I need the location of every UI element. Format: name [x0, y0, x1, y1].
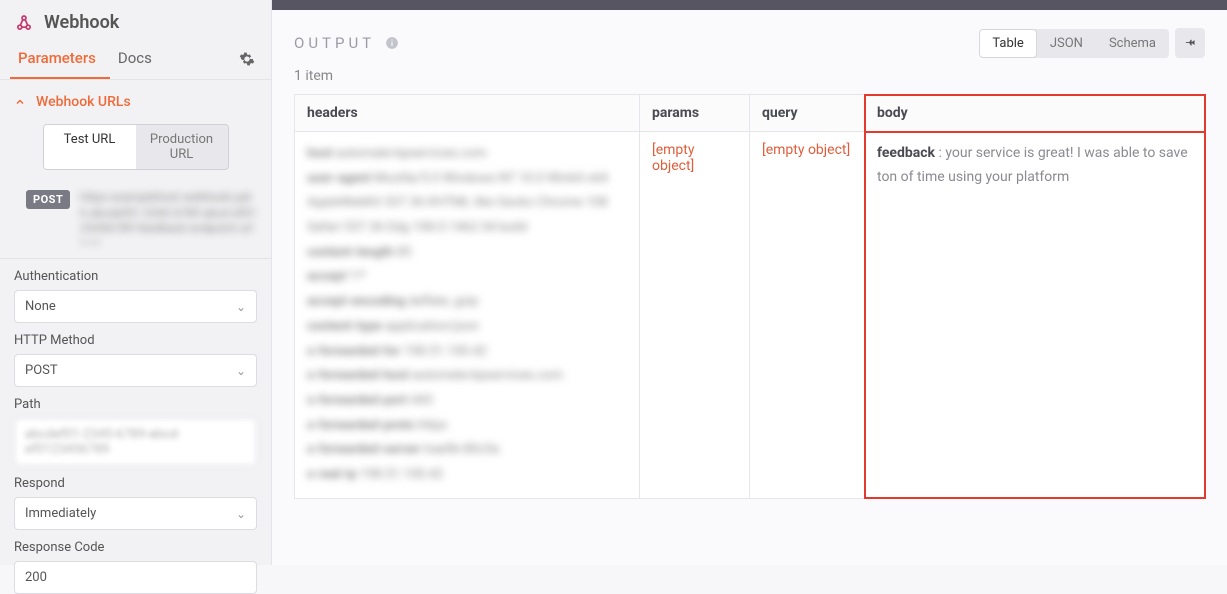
cell-body: feedback : your service is great! I was … [865, 132, 1205, 499]
cell-headers: host automate-bpservices.com user-agent … [295, 132, 640, 499]
right-panel: OUTPUT Table JSON Schema 1 item headers … [272, 0, 1227, 565]
webhook-urls-label: Webhook URLs [36, 94, 131, 110]
col-body[interactable]: body [865, 95, 1205, 132]
webhook-icon [14, 13, 34, 33]
output-title: OUTPUT [294, 34, 375, 52]
chevron-up-icon [14, 96, 26, 108]
method-badge: POST [26, 190, 70, 209]
tab-parameters[interactable]: Parameters [10, 39, 110, 79]
webhook-urls-toggle[interactable]: Webhook URLs [14, 94, 257, 110]
chevron-down-icon: ⌄ [236, 300, 246, 314]
item-count: 1 item [272, 68, 1227, 94]
view-json[interactable]: JSON [1037, 29, 1096, 58]
empty-object: [empty object] [762, 142, 850, 158]
col-headers[interactable]: headers [295, 95, 640, 132]
view-table[interactable]: Table [979, 29, 1036, 58]
authentication-select[interactable]: None ⌄ [14, 290, 257, 323]
authentication-value: None [25, 299, 56, 314]
http-method-label: HTTP Method [14, 333, 257, 348]
body-key: feedback [877, 145, 935, 161]
col-params[interactable]: params [640, 95, 750, 132]
url-mode-test[interactable]: Test URL [44, 125, 136, 169]
chevron-down-icon: ⌄ [236, 507, 246, 521]
path-label: Path [14, 397, 257, 412]
chevron-down-icon: ⌄ [236, 364, 246, 378]
path-input[interactable]: abcdef01-2345-6789-abcd-ef0123456789 [14, 418, 257, 466]
body-sep: : [935, 145, 945, 161]
view-mode-toggle: Table JSON Schema [979, 29, 1169, 58]
col-query[interactable]: query [750, 95, 865, 132]
authentication-label: Authentication [14, 269, 257, 284]
http-method-select[interactable]: POST ⌄ [14, 354, 257, 387]
response-code-input[interactable]: 200 [14, 561, 257, 594]
respond-value: Immediately [25, 506, 96, 521]
cell-query: [empty object] [750, 132, 865, 499]
tabs: Parameters Docs [0, 39, 271, 80]
view-schema[interactable]: Schema [1096, 29, 1169, 58]
empty-object: [empty object] [652, 142, 694, 174]
left-panel: Webhook Parameters Docs Webhook URLs Tes… [0, 0, 272, 565]
node-title: Webhook [44, 12, 119, 33]
webhook-url[interactable]: https examplehost webhook path abcdef01 … [80, 190, 257, 244]
node-header: Webhook [0, 0, 271, 39]
tab-docs[interactable]: Docs [110, 39, 166, 79]
topbar [272, 0, 1227, 10]
output-header: OUTPUT Table JSON Schema [272, 10, 1227, 68]
response-code-value: 200 [25, 570, 47, 585]
http-method-value: POST [25, 363, 58, 378]
pin-button[interactable] [1175, 28, 1205, 58]
response-code-label: Response Code [14, 540, 257, 555]
cell-params: [empty object] [640, 132, 750, 499]
gear-icon[interactable] [239, 51, 255, 67]
url-mode-toggle: Test URL Production URL [43, 124, 229, 170]
output-table: headers params query body host automate-… [294, 94, 1205, 499]
path-value: abcdef01-2345-6789-abcd-ef0123456789 [25, 427, 246, 457]
webhook-url-block: POST https examplehost webhook path abcd… [0, 190, 271, 259]
info-icon[interactable] [385, 36, 399, 50]
respond-label: Respond [14, 476, 257, 491]
respond-select[interactable]: Immediately ⌄ [14, 497, 257, 530]
table-row: host automate-bpservices.com user-agent … [295, 132, 1205, 499]
url-mode-production[interactable]: Production URL [136, 125, 228, 169]
